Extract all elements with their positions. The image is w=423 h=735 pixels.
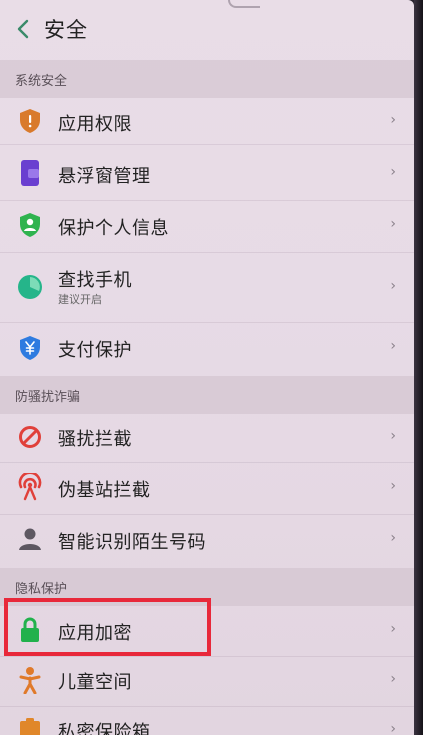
payment-shield-icon — [15, 333, 45, 363]
section-title: 防骚扰诈骗 — [15, 390, 81, 405]
menu-item-label: 骚扰拦截 — [58, 429, 132, 450]
menu-item-kids-space[interactable]: 儿童空间 › — [0, 656, 414, 707]
signal-tower-icon — [15, 472, 45, 502]
menu-item-smart-caller-id[interactable]: 智能识别陌生号码 › — [0, 514, 414, 566]
security-settings-screen: 安全 系统安全 应用权限 › 悬浮窗管理 › 保护个人信息 › 查找手机 建议开… — [0, 0, 414, 735]
section-title: 系统安全 — [15, 74, 68, 89]
menu-item-subtitle: 建议开启 — [58, 293, 102, 306]
section-header-system-security: 系统安全 — [0, 60, 414, 98]
section-header-anti-harassment: 防骚扰诈骗 — [0, 376, 414, 414]
menu-item-label: 保护个人信息 — [58, 218, 169, 239]
menu-item-label: 儿童空间 — [58, 672, 132, 693]
menu-item-private-safe[interactable]: 私密保险箱 › — [0, 706, 414, 735]
top-bar: 安全 — [0, 0, 414, 58]
back-arrow-icon — [17, 19, 29, 39]
device-edge — [414, 0, 423, 735]
chevron-right-icon: › — [390, 216, 396, 232]
menu-item-protect-personal-info[interactable]: 保护个人信息 › — [0, 200, 414, 253]
page-title: 安全 — [44, 18, 88, 42]
child-icon — [15, 665, 45, 695]
menu-item-floating-window[interactable]: 悬浮窗管理 › — [0, 148, 414, 201]
menu-item-label: 私密保险箱 — [58, 722, 151, 735]
chevron-right-icon: › — [390, 278, 396, 294]
chevron-right-icon: › — [390, 530, 396, 546]
chevron-right-icon: › — [390, 671, 396, 687]
block-icon — [15, 422, 45, 452]
chevron-right-icon: › — [390, 338, 396, 354]
floating-window-icon — [15, 158, 45, 188]
person-shield-icon — [15, 210, 45, 240]
chevron-right-icon: › — [390, 428, 396, 444]
menu-item-payment-protection[interactable]: 支付保护 › — [0, 322, 414, 374]
chevron-right-icon: › — [390, 621, 396, 637]
menu-item-label: 智能识别陌生号码 — [58, 532, 206, 553]
chevron-right-icon: › — [390, 721, 396, 735]
menu-item-find-phone[interactable]: 查找手机 建议开启 › — [0, 252, 414, 323]
find-phone-icon — [15, 272, 45, 302]
safe-icon — [15, 715, 45, 735]
back-button[interactable] — [8, 12, 38, 46]
menu-item-label: 应用权限 — [58, 114, 132, 135]
chevron-right-icon: › — [390, 112, 396, 128]
section-title: 隐私保护 — [15, 582, 68, 597]
chevron-right-icon: › — [390, 478, 396, 494]
shield-icon — [15, 106, 45, 136]
menu-item-fake-base-station-block[interactable]: 伪基站拦截 › — [0, 462, 414, 515]
contact-icon — [15, 524, 45, 554]
menu-item-app-permissions[interactable]: 应用权限 › — [0, 98, 414, 145]
highlight-annotation-box — [4, 598, 211, 656]
menu-item-label: 悬浮窗管理 — [58, 166, 151, 187]
menu-item-label: 支付保护 — [58, 340, 132, 361]
menu-item-label: 查找手机 — [58, 270, 132, 291]
menu-item-harassment-block[interactable]: 骚扰拦截 › — [0, 414, 414, 463]
notch-decoration — [228, 0, 260, 8]
menu-item-label: 伪基站拦截 — [58, 480, 151, 501]
chevron-right-icon: › — [390, 164, 396, 180]
